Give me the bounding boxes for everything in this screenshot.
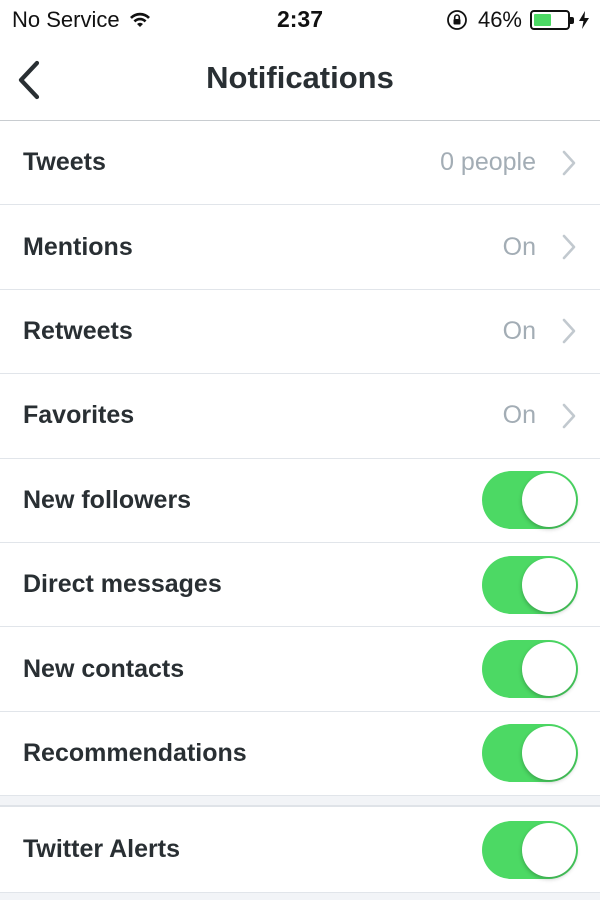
settings-row-retweets[interactable]: Retweets On bbox=[0, 289, 600, 375]
row-value: On bbox=[502, 401, 536, 430]
navigation-bar: Notifications bbox=[0, 40, 600, 121]
alerts-settings-list: Twitter Alerts bbox=[0, 806, 600, 893]
settings-row-favorites[interactable]: Favorites On bbox=[0, 374, 600, 459]
settings-row-mentions[interactable]: Mentions On bbox=[0, 205, 600, 290]
chevron-right-icon bbox=[562, 234, 576, 260]
battery-percent: 46% bbox=[477, 7, 522, 32]
row-value: On bbox=[502, 316, 536, 345]
toggle-knob bbox=[522, 473, 576, 528]
toggle-switch-new-followers[interactable] bbox=[482, 471, 578, 530]
toggle-knob bbox=[522, 822, 576, 877]
notification-settings-list: Tweets 0 people Mentions On Retweets On Favori… bbox=[0, 121, 600, 797]
toggle-knob bbox=[522, 642, 576, 697]
status-bar: No Service 2:37 46% bbox=[0, 0, 600, 40]
battery-fill bbox=[534, 14, 551, 26]
row-label: Recommendations bbox=[23, 738, 247, 767]
status-right: 46% bbox=[446, 7, 590, 33]
chevron-right-icon bbox=[562, 150, 576, 175]
settings-row-new-contacts: New contacts bbox=[0, 627, 600, 712]
section-gap bbox=[0, 796, 600, 806]
settings-row-direct-messages: Direct messages bbox=[0, 542, 600, 628]
toggle-switch-recommendations[interactable] bbox=[482, 724, 578, 783]
settings-row-new-followers: New followers bbox=[0, 458, 600, 543]
notifications-screen: No Service 2:37 46% Notifications Tweets… bbox=[0, 0, 600, 900]
row-label: Retweets bbox=[23, 316, 133, 345]
toggle-switch-direct-messages[interactable] bbox=[482, 555, 578, 614]
row-label: Mentions bbox=[23, 232, 133, 261]
toggle-knob bbox=[522, 557, 576, 612]
chevron-right-icon bbox=[562, 403, 576, 429]
battery-icon bbox=[530, 10, 574, 30]
row-label: Favorites bbox=[23, 401, 135, 430]
row-label: New followers bbox=[23, 485, 192, 514]
settings-row-recommendations: Recommendations bbox=[0, 711, 600, 797]
battery-nub bbox=[570, 17, 574, 24]
status-left: No Service bbox=[12, 7, 152, 33]
carrier-label: No Service bbox=[12, 7, 120, 32]
toggle-switch-new-contacts[interactable] bbox=[482, 640, 578, 699]
settings-row-tweets[interactable]: Tweets 0 people bbox=[0, 121, 600, 206]
rotation-lock-icon bbox=[447, 10, 467, 30]
row-value: 0 people bbox=[440, 148, 536, 177]
toggle-switch-twitter-alerts[interactable] bbox=[482, 820, 578, 879]
settings-row-twitter-alerts: Twitter Alerts bbox=[0, 807, 600, 893]
toggle-knob bbox=[522, 726, 576, 781]
row-label: Direct messages bbox=[23, 570, 222, 599]
wifi-icon bbox=[129, 12, 150, 27]
chevron-right-icon bbox=[562, 319, 576, 344]
charging-bolt-icon bbox=[579, 11, 589, 29]
row-value: On bbox=[502, 232, 536, 261]
row-label: Tweets bbox=[23, 148, 106, 177]
row-label: New contacts bbox=[23, 654, 185, 683]
page-title: Notifications bbox=[206, 60, 394, 95]
row-label: Twitter Alerts bbox=[23, 835, 180, 863]
